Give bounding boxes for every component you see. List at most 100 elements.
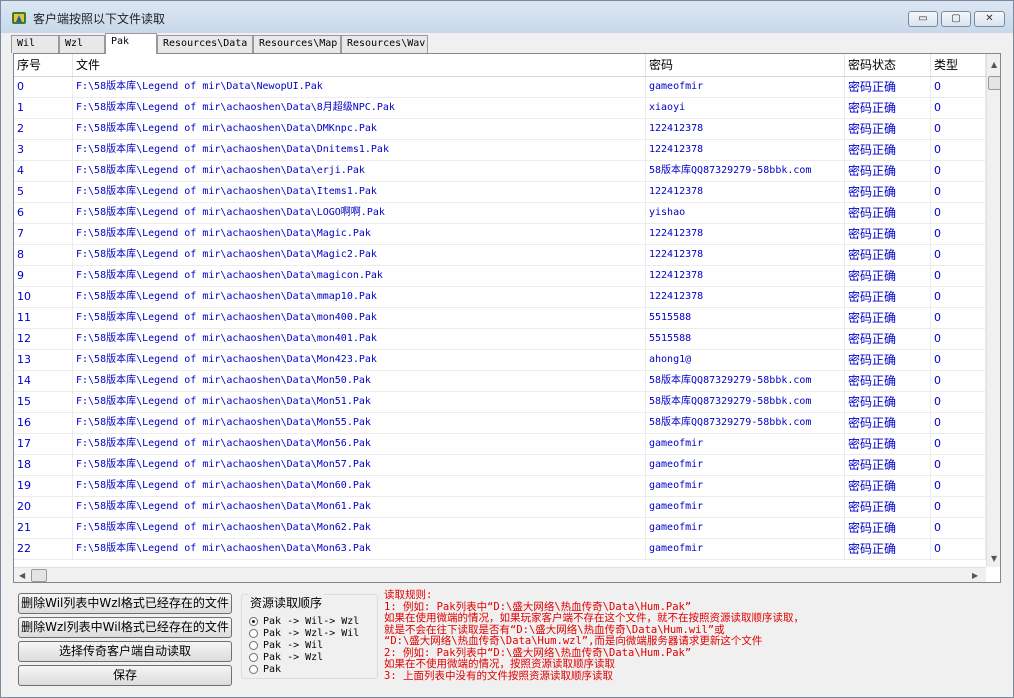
table-row[interactable]: 14 F:\58版本库\Legend of mir\achaoshen\Data…	[14, 371, 986, 392]
cell-file: F:\58版本库\Legend of mir\achaoshen\Data\mo…	[73, 308, 646, 328]
delete-wil-duplicates-button[interactable]: 删除Wil列表中Wzl格式已经存在的文件	[18, 593, 232, 614]
table-row[interactable]: 8 F:\58版本库\Legend of mir\achaoshen\Data\…	[14, 245, 986, 266]
table-row[interactable]: 21 F:\58版本库\Legend of mir\achaoshen\Data…	[14, 518, 986, 539]
column-header-password[interactable]: 密码	[646, 54, 845, 76]
cell-file: F:\58版本库\Legend of mir\achaoshen\Data\Ma…	[73, 224, 646, 244]
cell-password: 122412378	[646, 224, 845, 244]
cell-type: 0	[931, 182, 986, 202]
cell-status: 密码正确	[845, 308, 931, 328]
vertical-scrollbar[interactable]: ▲ ▼	[986, 54, 1000, 567]
radio-pak[interactable]: Pak	[249, 664, 369, 676]
title-bar[interactable]: 客户端按照以下文件读取 ▭ ▢ ✕	[1, 1, 1013, 33]
tab-wzl[interactable]: Wzl	[59, 35, 105, 53]
table-row[interactable]: 20 F:\58版本库\Legend of mir\achaoshen\Data…	[14, 497, 986, 518]
cell-type: 0	[931, 224, 986, 244]
cell-index: 20	[14, 497, 73, 517]
cell-type: 0	[931, 77, 986, 97]
cell-file: F:\58版本库\Legend of mir\achaoshen\Data\Mo…	[73, 350, 646, 370]
minimize-button[interactable]: ▭	[908, 11, 938, 27]
cell-index: 19	[14, 476, 73, 496]
column-header-type[interactable]: 类型	[931, 54, 986, 76]
table-row[interactable]: 19 F:\58版本库\Legend of mir\achaoshen\Data…	[14, 476, 986, 497]
scroll-down-arrow-icon[interactable]: ▼	[991, 554, 997, 563]
table-row[interactable]: 9 F:\58版本库\Legend of mir\achaoshen\Data\…	[14, 266, 986, 287]
cell-status: 密码正确	[845, 476, 931, 496]
cell-password: 5515588	[646, 308, 845, 328]
cell-type: 0	[931, 434, 986, 454]
table-row[interactable]: 2 F:\58版本库\Legend of mir\achaoshen\Data\…	[14, 119, 986, 140]
radio-pak-wzl-wil[interactable]: Pak -> Wzl-> Wil	[249, 628, 369, 640]
horizontal-scrollbar[interactable]: ◀ ▶	[14, 567, 986, 582]
list-rows: 0 F:\58版本库\Legend of mir\Data\NewopUI.Pa…	[14, 77, 986, 567]
table-row[interactable]: 1 F:\58版本库\Legend of mir\achaoshen\Data\…	[14, 98, 986, 119]
scroll-left-arrow-icon[interactable]: ◀	[19, 571, 25, 580]
horizontal-scroll-thumb[interactable]	[31, 569, 47, 582]
column-header-index[interactable]: 序号	[14, 54, 73, 76]
table-row[interactable]: 6 F:\58版本库\Legend of mir\achaoshen\Data\…	[14, 203, 986, 224]
cell-type: 0	[931, 203, 986, 223]
close-button[interactable]: ✕	[974, 11, 1005, 27]
column-header-status[interactable]: 密码状态	[845, 54, 931, 76]
tab-wil[interactable]: Wil	[11, 35, 59, 53]
radio-pak-wzl[interactable]: Pak -> Wzl	[249, 652, 369, 664]
table-row[interactable]: 10 F:\58版本库\Legend of mir\achaoshen\Data…	[14, 287, 986, 308]
table-row[interactable]: 7 F:\58版本库\Legend of mir\achaoshen\Data\…	[14, 224, 986, 245]
table-row[interactable]: 12 F:\58版本库\Legend of mir\achaoshen\Data…	[14, 329, 986, 350]
table-row[interactable]: 0 F:\58版本库\Legend of mir\Data\NewopUI.Pa…	[14, 77, 986, 98]
cell-password: gameofmir	[646, 434, 845, 454]
cell-index: 7	[14, 224, 73, 244]
save-button[interactable]: 保存	[18, 665, 232, 686]
cell-status: 密码正确	[845, 98, 931, 118]
table-row[interactable]: 15 F:\58版本库\Legend of mir\achaoshen\Data…	[14, 392, 986, 413]
cell-index: 12	[14, 329, 73, 349]
cell-index: 6	[14, 203, 73, 223]
cell-password: gameofmir	[646, 77, 845, 97]
tab-resources-data[interactable]: Resources\Data	[157, 35, 253, 53]
scroll-up-arrow-icon[interactable]: ▲	[991, 60, 997, 69]
table-row[interactable]: 16 F:\58版本库\Legend of mir\achaoshen\Data…	[14, 413, 986, 434]
cell-password: 58版本库QQ87329279-58bbk.com	[646, 413, 845, 433]
cell-password: gameofmir	[646, 497, 845, 517]
vertical-scroll-thumb[interactable]	[988, 76, 1000, 90]
tab-resources-wav[interactable]: Resources\Wav	[341, 35, 428, 53]
app-icon	[12, 12, 26, 24]
radio-unselected-icon	[249, 653, 258, 662]
auto-read-client-button[interactable]: 选择传奇客户端自动读取	[18, 641, 232, 662]
radio-pak-wil-wzl[interactable]: Pak -> Wil-> Wzl	[249, 616, 369, 628]
cell-password: 58版本库QQ87329279-58bbk.com	[646, 161, 845, 181]
cell-status: 密码正确	[845, 182, 931, 202]
cell-index: 4	[14, 161, 73, 181]
table-row[interactable]: 18 F:\58版本库\Legend of mir\achaoshen\Data…	[14, 455, 986, 476]
table-row[interactable]: 3 F:\58版本库\Legend of mir\achaoshen\Data\…	[14, 140, 986, 161]
cell-file: F:\58版本库\Legend of mir\achaoshen\Data\LO…	[73, 203, 646, 223]
table-row[interactable]: 13 F:\58版本库\Legend of mir\achaoshen\Data…	[14, 350, 986, 371]
cell-status: 密码正确	[845, 434, 931, 454]
cell-index: 3	[14, 140, 73, 160]
delete-wzl-duplicates-button[interactable]: 删除Wzl列表中Wil格式已经存在的文件	[18, 617, 232, 638]
cell-file: F:\58版本库\Legend of mir\achaoshen\Data\er…	[73, 161, 646, 181]
table-row[interactable]: 11 F:\58版本库\Legend of mir\achaoshen\Data…	[14, 308, 986, 329]
radio-unselected-icon	[249, 629, 258, 638]
table-row[interactable]: 22 F:\58版本库\Legend of mir\achaoshen\Data…	[14, 539, 986, 560]
maximize-button[interactable]: ▢	[941, 11, 971, 27]
table-row[interactable]: 5 F:\58版本库\Legend of mir\achaoshen\Data\…	[14, 182, 986, 203]
list-header: 序号 文件 密码 密码状态 类型	[14, 54, 986, 77]
cell-status: 密码正确	[845, 161, 931, 181]
cell-password: gameofmir	[646, 518, 845, 538]
table-row[interactable]: 17 F:\58版本库\Legend of mir\achaoshen\Data…	[14, 434, 986, 455]
read-order-title: 资源读取顺序	[248, 594, 325, 611]
scroll-right-arrow-icon[interactable]: ▶	[972, 571, 978, 580]
read-order-group: 资源读取顺序 Pak -> Wil-> Wzl Pak -> Wzl-> Wil…	[241, 594, 378, 679]
read-rules-text: 读取规则: 1: 例如: Pak列表中“D:\盛大网络\热血传奇\Data\Hu…	[384, 589, 1004, 682]
table-row[interactable]: 4 F:\58版本库\Legend of mir\achaoshen\Data\…	[14, 161, 986, 182]
tab-resources-map[interactable]: Resources\Map	[253, 35, 341, 53]
cell-file: F:\58版本库\Legend of mir\achaoshen\Data\It…	[73, 182, 646, 202]
cell-type: 0	[931, 140, 986, 160]
column-header-file[interactable]: 文件	[73, 54, 646, 76]
tab-pak[interactable]: Pak	[105, 33, 157, 54]
pak-file-list[interactable]: 序号 文件 密码 密码状态 类型 0 F:\58版本库\Legend of mi…	[13, 53, 1001, 583]
radio-pak-wil[interactable]: Pak -> Wil	[249, 640, 369, 652]
cell-file: F:\58版本库\Legend of mir\achaoshen\Data\Mo…	[73, 497, 646, 517]
cell-index: 21	[14, 518, 73, 538]
cell-type: 0	[931, 392, 986, 412]
